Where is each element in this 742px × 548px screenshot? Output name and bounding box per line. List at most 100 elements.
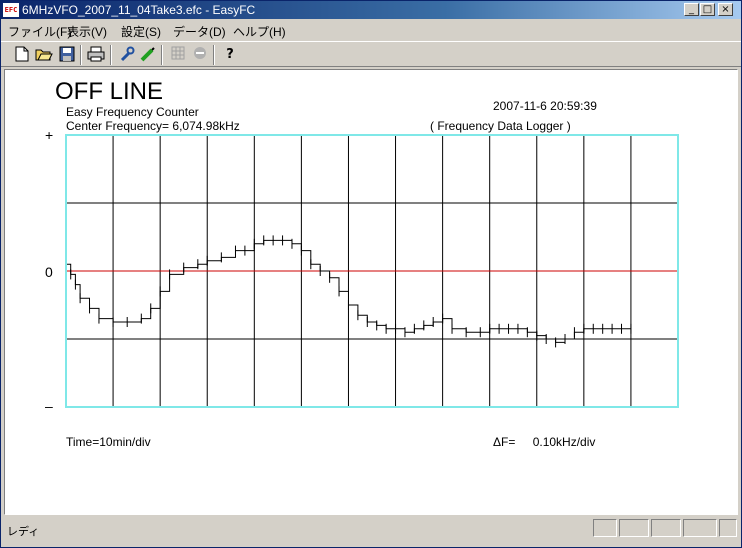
data-point xyxy=(169,269,171,280)
resize-grip-icon[interactable] xyxy=(719,519,737,537)
pen-icon[interactable] xyxy=(139,46,157,64)
data-point xyxy=(536,330,538,341)
status-pane xyxy=(619,519,649,537)
data-point xyxy=(244,245,246,256)
data-point xyxy=(517,323,519,334)
delta-f-caption: ΔF= xyxy=(493,435,516,449)
menu-bar: ファイル(F) 表示(V) 設定(S) データ(D) ヘルプ(H) xyxy=(1,20,741,40)
data-point xyxy=(555,337,557,348)
data-point xyxy=(206,255,208,266)
app-name-label: Easy Frequency Counter xyxy=(66,105,199,119)
data-point xyxy=(282,235,284,246)
data-point xyxy=(465,327,467,338)
data-point xyxy=(310,259,312,270)
data-point xyxy=(319,266,321,276)
data-point xyxy=(395,323,397,334)
data-point xyxy=(70,269,72,280)
status-pane xyxy=(683,519,717,537)
menu-settings[interactable]: 設定(S) xyxy=(121,23,161,40)
new-file-icon[interactable] xyxy=(13,46,31,64)
maximize-button[interactable]: □ xyxy=(700,3,715,16)
data-point xyxy=(272,235,274,246)
toolbar-separator xyxy=(110,45,112,65)
data-point xyxy=(564,334,566,344)
y-axis-plus-label: + xyxy=(45,127,54,143)
toolbar: ? xyxy=(1,41,741,67)
data-point xyxy=(413,323,415,334)
open-folder-icon[interactable] xyxy=(35,46,53,64)
data-point xyxy=(611,323,613,334)
frequency-display-area: OFF LINE Easy Frequency Counter Center F… xyxy=(4,69,738,515)
data-point xyxy=(602,323,604,334)
data-point xyxy=(526,327,528,338)
data-point xyxy=(159,286,161,297)
app-icon[interactable]: EFC xyxy=(3,3,19,17)
y-axis-zero-label: 0 xyxy=(45,264,53,280)
delta-f-value: 0.10kHz/div xyxy=(532,435,596,449)
time-scale-label: Time=10min/div xyxy=(66,435,151,449)
help-question-icon[interactable]: ? xyxy=(221,46,239,64)
data-point xyxy=(300,245,302,256)
wrench-icon[interactable] xyxy=(118,46,136,64)
data-point xyxy=(423,320,425,331)
data-point xyxy=(140,313,142,324)
data-point xyxy=(498,323,500,334)
data-point xyxy=(89,303,91,314)
data-point xyxy=(404,327,406,338)
data-point xyxy=(357,310,359,321)
printer-icon[interactable] xyxy=(87,46,105,64)
data-point xyxy=(197,259,199,270)
title-bar[interactable]: EFC 6MHzVFO_2007_11_04Take3.efc - EasyFC… xyxy=(1,1,741,19)
status-pane xyxy=(651,519,681,537)
center-frequency-value: 6,074.98kHz xyxy=(172,119,240,133)
menu-help[interactable]: ヘルプ(H) xyxy=(233,23,286,40)
delta-f-label: ΔF= 0.10kHz/div xyxy=(493,435,595,449)
connection-status: OFF LINE xyxy=(55,78,164,105)
menu-view[interactable]: 表示(V) xyxy=(67,23,107,40)
data-point xyxy=(573,327,575,338)
data-point xyxy=(338,286,340,297)
data-point xyxy=(126,317,128,327)
stop-circle-icon[interactable] xyxy=(191,46,209,64)
datetime-readout: 2007-11-6 20:59:39 xyxy=(493,99,597,113)
status-pane xyxy=(593,519,617,537)
toolbar-separator xyxy=(80,45,82,65)
data-point xyxy=(545,334,547,344)
status-text: レディ xyxy=(7,526,40,538)
data-point xyxy=(79,293,81,304)
menu-file[interactable]: ファイル(F) xyxy=(8,23,71,40)
mode-label: ( Frequency Data Logger ) xyxy=(430,119,571,133)
data-point xyxy=(347,300,349,310)
center-frequency-label: Center Frequency= 6,074.98kHz xyxy=(66,119,240,133)
frequency-plot xyxy=(65,134,679,408)
data-point xyxy=(592,323,594,334)
center-frequency-caption: Center Frequency= xyxy=(66,119,170,133)
data-point xyxy=(98,313,100,324)
window-title: 6MHzVFO_2007_11_04Take3.efc - EasyFC xyxy=(22,3,256,17)
grid-icon[interactable] xyxy=(169,46,187,64)
data-point xyxy=(583,323,585,334)
data-point xyxy=(489,323,491,334)
data-point xyxy=(150,303,152,314)
data-point xyxy=(183,262,185,273)
data-point xyxy=(366,317,368,327)
y-axis-minus-label: – xyxy=(45,398,53,414)
data-point xyxy=(451,323,453,334)
data-point xyxy=(74,279,76,290)
data-point xyxy=(220,252,222,263)
data-point xyxy=(479,327,481,338)
data-point xyxy=(253,238,255,249)
data-point xyxy=(263,235,265,246)
data-point xyxy=(385,323,387,334)
data-point xyxy=(329,272,331,283)
data-point xyxy=(442,313,444,324)
data-point xyxy=(234,245,236,256)
data-point xyxy=(432,317,434,327)
minimize-button[interactable]: _ xyxy=(684,3,699,16)
status-bar: レディ xyxy=(1,517,741,547)
data-point xyxy=(630,323,632,334)
toolbar-separator xyxy=(161,45,163,65)
save-disk-icon[interactable] xyxy=(58,46,76,64)
menu-data[interactable]: データ(D) xyxy=(173,23,226,40)
close-button[interactable]: × xyxy=(718,3,733,16)
